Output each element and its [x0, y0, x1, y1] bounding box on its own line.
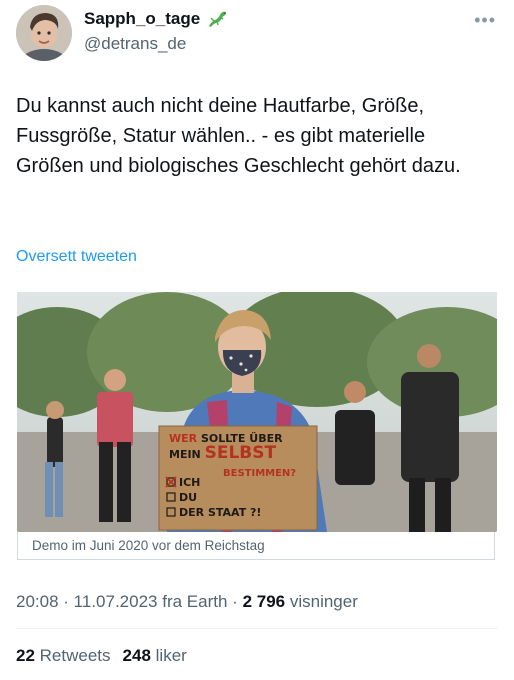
tweet-text: Du kannst auch nicht deine Hautfarbe, Gr… — [16, 95, 461, 177]
translate-tweet-link[interactable]: Oversett tweeten — [16, 248, 137, 266]
separator-dot: · — [232, 592, 243, 611]
photo-caption: Demo im Juni 2020 vor dem Reichstag — [17, 532, 495, 560]
more-dots-icon[interactable]: ••• — [474, 10, 496, 31]
avatar-image — [16, 5, 72, 61]
lizard-icon — [209, 11, 227, 27]
tweet-photo[interactable]: WER SOLLTE ÜBER MEIN SELBST BESTIMMEN? I… — [17, 292, 497, 532]
tweet-source: fra Earth — [162, 592, 228, 611]
views-label: visninger — [289, 592, 358, 611]
sign-text: DU — [179, 491, 197, 504]
views-count: 2 796 — [242, 592, 286, 611]
protest-photo-illustration: WER SOLLTE ÜBER MEIN SELBST BESTIMMEN? I… — [17, 292, 497, 532]
retweets-label: Retweets — [39, 646, 111, 665]
sign-text: BESTIMMEN? — [223, 468, 296, 479]
likes-count: 248 — [122, 646, 151, 665]
display-name[interactable]: Sapph_o_tage — [84, 9, 228, 29]
engagement-stats: 22 Retweets 248 liker — [16, 646, 187, 666]
author-handle[interactable]: @detrans_de — [84, 34, 186, 54]
separator-dot: · — [63, 592, 74, 611]
likes-stat[interactable]: 248 liker — [123, 646, 187, 666]
display-name-text: Sapph_o_tage — [84, 9, 201, 28]
tweet-date[interactable]: 11.07.2023 — [74, 592, 158, 611]
likes-label: liker — [155, 646, 187, 665]
retweets-count: 22 — [16, 646, 35, 665]
avatar[interactable] — [16, 5, 72, 61]
sign-text: DER STAAT ?! — [179, 506, 261, 519]
tweet-time[interactable]: 20:08 — [16, 592, 59, 611]
tweet-meta: 20:08 · 11.07.2023 fra Earth · 2 796 vis… — [16, 592, 358, 612]
retweets-stat[interactable]: 22 Retweets — [16, 646, 111, 666]
divider — [16, 628, 498, 629]
sign-text: ICH — [179, 476, 200, 489]
